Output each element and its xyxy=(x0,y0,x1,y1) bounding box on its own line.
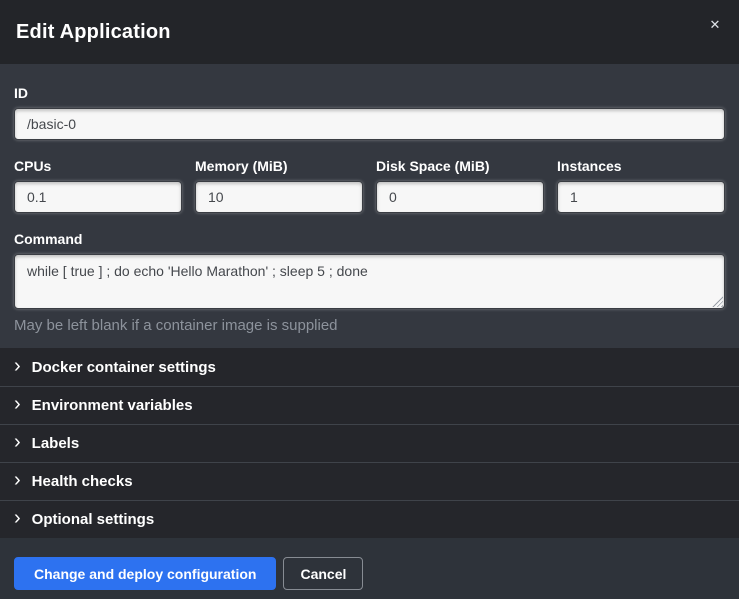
change-and-deploy-button[interactable]: Change and deploy configuration xyxy=(14,557,276,590)
id-label: ID xyxy=(14,85,725,101)
section-label: Labels xyxy=(32,435,80,452)
section-optional-settings[interactable]: › Optional settings xyxy=(0,500,739,538)
modal-title: Edit Application xyxy=(16,21,171,44)
close-button[interactable]: ✕ xyxy=(702,12,728,38)
chevron-right-icon: › xyxy=(14,356,21,376)
cpus-label: CPUs xyxy=(14,158,182,174)
section-label: Docker container settings xyxy=(32,359,216,376)
section-label: Health checks xyxy=(32,473,133,490)
disk-field-group: Disk Space (MiB) xyxy=(376,158,544,213)
cpus-field-group: CPUs xyxy=(14,158,182,213)
modal-footer: Change and deploy configuration Cancel xyxy=(0,538,739,599)
instances-input[interactable] xyxy=(557,181,725,213)
id-field-group: ID xyxy=(14,85,725,140)
instances-label: Instances xyxy=(557,158,725,174)
chevron-right-icon: › xyxy=(14,508,21,528)
chevron-right-icon: › xyxy=(14,432,21,452)
memory-input[interactable] xyxy=(195,181,363,213)
chevron-right-icon: › xyxy=(14,470,21,490)
settings-accordion: › Docker container settings › Environmen… xyxy=(0,348,739,538)
close-icon: ✕ xyxy=(710,17,721,32)
section-health-checks[interactable]: › Health checks xyxy=(0,462,739,500)
section-environment-variables[interactable]: › Environment variables xyxy=(0,386,739,424)
cpus-input[interactable] xyxy=(14,181,182,213)
disk-label: Disk Space (MiB) xyxy=(376,158,544,174)
command-help-text: May be left blank if a container image i… xyxy=(14,317,725,334)
command-textarea[interactable]: while [ true ] ; do echo 'Hello Marathon… xyxy=(14,254,725,309)
command-label: Command xyxy=(14,231,725,247)
instances-field-group: Instances xyxy=(557,158,725,213)
resources-row: CPUs Memory (MiB) Disk Space (MiB) Insta… xyxy=(14,158,725,213)
id-input[interactable] xyxy=(14,108,725,140)
memory-field-group: Memory (MiB) xyxy=(195,158,363,213)
cancel-button[interactable]: Cancel xyxy=(283,557,363,590)
memory-label: Memory (MiB) xyxy=(195,158,363,174)
command-field-group: Command while [ true ] ; do echo 'Hello … xyxy=(14,231,725,334)
edit-application-modal: Edit Application ✕ ID CPUs Memory (MiB) … xyxy=(0,0,739,599)
section-label: Environment variables xyxy=(32,397,193,414)
disk-input[interactable] xyxy=(376,181,544,213)
modal-header: Edit Application ✕ xyxy=(0,0,739,64)
section-label: Optional settings xyxy=(32,511,155,528)
modal-body: ID CPUs Memory (MiB) Disk Space (MiB) In… xyxy=(0,64,739,538)
section-labels[interactable]: › Labels xyxy=(0,424,739,462)
chevron-right-icon: › xyxy=(14,394,21,414)
section-docker-container-settings[interactable]: › Docker container settings xyxy=(0,348,739,386)
